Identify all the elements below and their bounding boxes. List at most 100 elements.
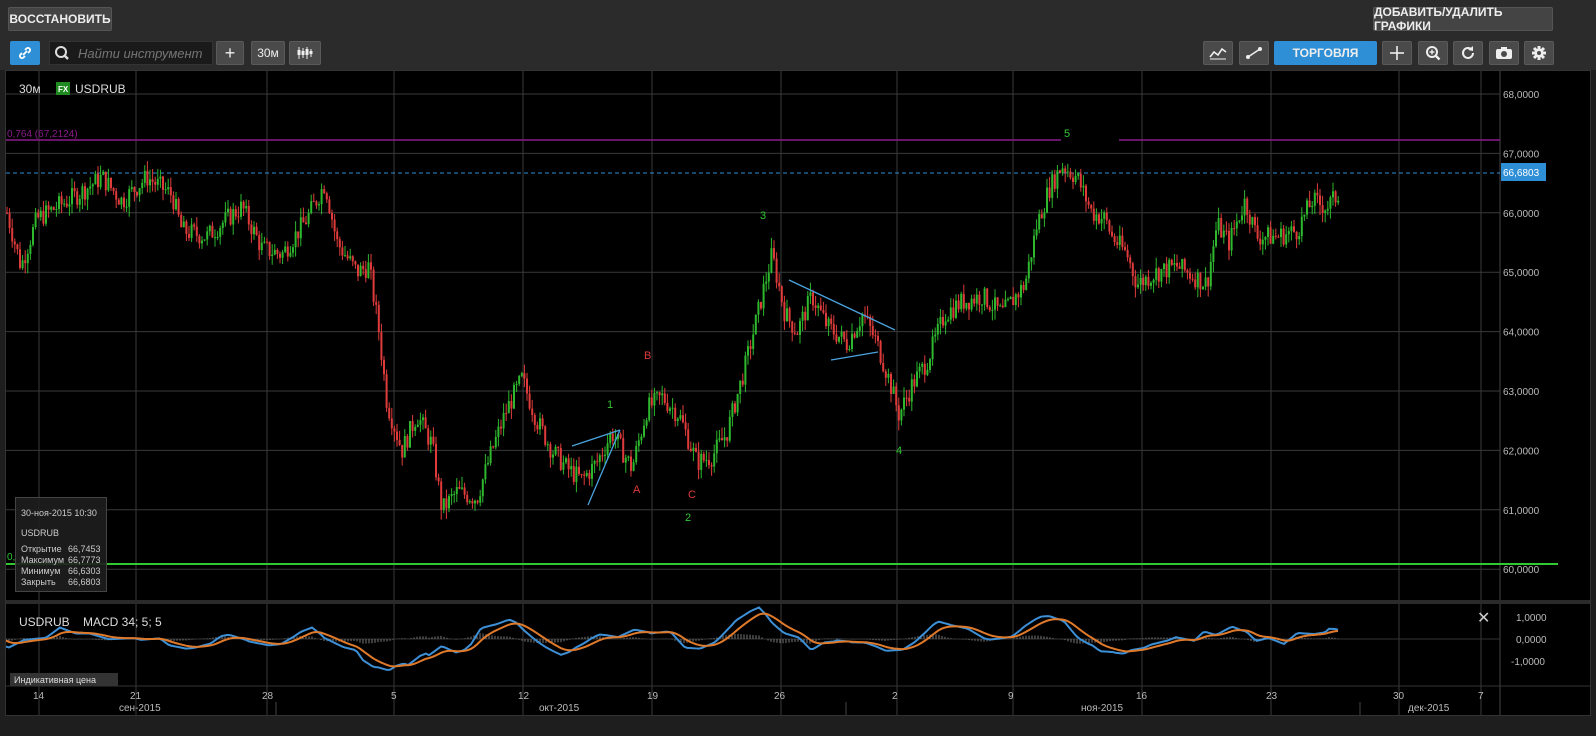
candle-body xyxy=(188,233,190,238)
candle-body xyxy=(515,383,518,385)
link-button[interactable] xyxy=(10,41,40,65)
candle-body xyxy=(523,373,526,379)
candle-body xyxy=(292,247,294,253)
candle-body xyxy=(13,241,16,245)
candle-body xyxy=(1020,284,1022,298)
candle-body xyxy=(253,226,255,235)
chart-panel[interactable]: 0,764 (67,2124) 0, 5 3 B 1 A C 2 4 30м F… xyxy=(5,70,1591,716)
candle-body xyxy=(845,339,848,350)
candle-body xyxy=(240,201,242,217)
candle-body xyxy=(934,334,937,337)
candle-body xyxy=(882,362,885,372)
candle-body xyxy=(986,288,989,308)
add-instrument-button[interactable]: + xyxy=(216,41,244,65)
candle-body xyxy=(409,421,411,448)
screenshot-button[interactable] xyxy=(1489,41,1519,65)
candle-body xyxy=(91,184,94,187)
trade-button[interactable]: ТОРГОВЛЯ xyxy=(1274,41,1377,65)
candle-body xyxy=(1007,299,1009,301)
add-remove-charts-button[interactable]: ДОБАВИТЬ/УДАЛИТЬ ГРАФИКИ xyxy=(1373,5,1553,33)
candle-body xyxy=(676,418,679,422)
candle-body xyxy=(557,446,560,448)
candle-body xyxy=(1298,236,1301,240)
pane-separator[interactable] xyxy=(6,600,1590,604)
day-tick: 14 xyxy=(33,691,45,702)
price-tick: 67,0000 xyxy=(1503,149,1540,160)
draw-line-button[interactable] xyxy=(1239,41,1269,65)
macd-tick-0: 0,0000 xyxy=(1516,635,1547,646)
macd-pane xyxy=(5,606,1500,671)
candle-body xyxy=(476,500,479,503)
candle-body xyxy=(370,262,372,270)
candle-body xyxy=(588,472,591,479)
refresh-button[interactable] xyxy=(1453,41,1483,65)
candle-body xyxy=(1144,276,1147,286)
candle-body xyxy=(484,464,487,480)
candle-body xyxy=(1248,214,1251,225)
candle-body xyxy=(1204,277,1207,287)
candle-body xyxy=(169,187,172,196)
candle-body xyxy=(682,415,684,423)
candle-body xyxy=(1157,268,1160,282)
candle-body xyxy=(991,309,994,311)
search-input[interactable] xyxy=(76,44,210,62)
candle-body xyxy=(487,463,489,465)
crosshair-button[interactable] xyxy=(1382,41,1412,65)
candle-body xyxy=(1090,204,1093,209)
candle-body xyxy=(458,487,461,489)
instrument-search[interactable] xyxy=(49,41,213,65)
indicators-button[interactable] xyxy=(1203,41,1233,65)
close-macd-icon[interactable]: ✕ xyxy=(1477,610,1490,627)
chart-type-button[interactable] xyxy=(289,41,321,65)
candle-body xyxy=(177,199,180,215)
restore-button[interactable]: ВОССТАНОВИТЬ xyxy=(8,7,112,31)
day-tick: 28 xyxy=(262,691,274,702)
candle-body xyxy=(1181,259,1184,269)
candle-body xyxy=(78,198,81,205)
candle-body xyxy=(97,173,99,188)
candle-body xyxy=(1337,200,1340,203)
candle-body xyxy=(1040,214,1043,219)
candle-body xyxy=(1207,277,1210,287)
macd-tick-1: 1,0000 xyxy=(1516,613,1547,624)
tooltip-datetime: 30-ноя-2015 10:30 xyxy=(21,508,97,518)
candle-body xyxy=(227,208,229,213)
candle-body xyxy=(141,182,144,189)
candle-body xyxy=(1108,220,1111,232)
candle-body xyxy=(801,311,804,321)
trendline-icon xyxy=(1246,47,1262,59)
candle-body xyxy=(562,462,565,470)
candle-body xyxy=(695,447,697,452)
candle-body xyxy=(1124,247,1126,250)
candle-body xyxy=(1131,263,1134,277)
candle-body xyxy=(861,314,864,327)
candle-body xyxy=(643,425,645,437)
candle-body xyxy=(50,207,53,210)
candle-body xyxy=(63,203,66,205)
candle-body xyxy=(796,333,799,335)
candle-body xyxy=(68,204,71,207)
candle-body xyxy=(1168,259,1171,278)
candle-body xyxy=(398,439,401,445)
candle-body xyxy=(533,415,536,425)
candle-body xyxy=(167,187,170,190)
candle-body xyxy=(658,392,661,396)
candle-body xyxy=(120,197,123,205)
price-axis: 68,0000 67,0000 66,0000 65,0000 64,0000 63,00… xyxy=(1503,90,1540,576)
candle-body xyxy=(1194,279,1197,288)
candle-body xyxy=(1126,249,1129,258)
settings-button[interactable] xyxy=(1524,41,1554,65)
zoom-button[interactable] xyxy=(1418,41,1448,65)
price-chart[interactable]: 0,764 (67,2124) 0, 5 3 B 1 A C 2 4 30м F… xyxy=(5,71,1590,715)
price-tick: 68,0000 xyxy=(1503,90,1540,101)
candle-body xyxy=(921,363,924,367)
candle-body xyxy=(1082,185,1085,188)
candle-body xyxy=(463,487,466,495)
candle-body xyxy=(1027,261,1030,279)
candle-body xyxy=(1079,173,1082,188)
candle-body xyxy=(110,177,112,188)
price-tick: 62,0000 xyxy=(1503,446,1540,457)
candle-body xyxy=(723,437,726,441)
wave-label-2: 2 xyxy=(685,512,691,524)
interval-button[interactable]: 30м xyxy=(251,41,285,65)
